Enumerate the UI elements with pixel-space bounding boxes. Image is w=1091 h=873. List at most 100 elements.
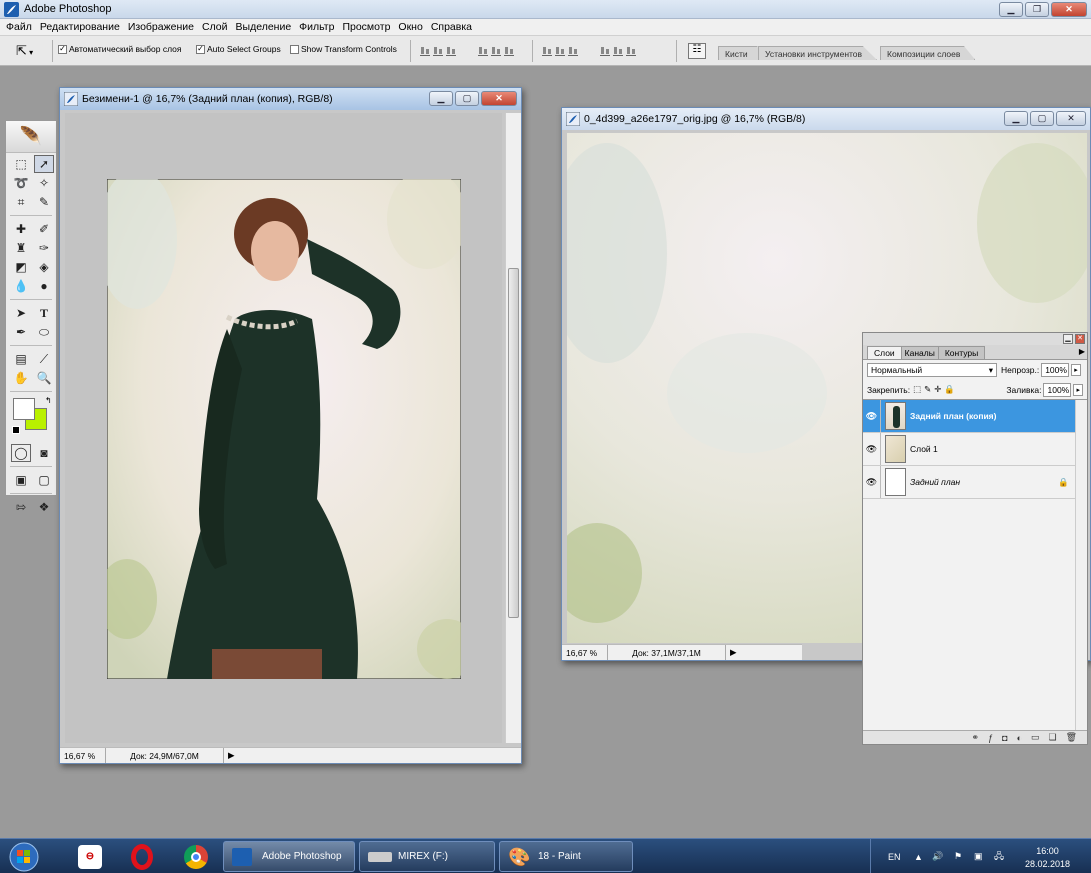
pen-tool-icon[interactable]: ✒ <box>11 323 31 341</box>
adjustment-layer-icon[interactable]: ◐ <box>1017 733 1022 743</box>
document-1-vertical-scrollbar[interactable] <box>505 113 521 743</box>
auto-select-layer-option[interactable]: ✓ Автоматический выбор слоя <box>58 44 181 54</box>
opacity-input[interactable]: 100% <box>1041 363 1070 377</box>
link-layers-icon[interactable]: ⚭ <box>972 732 980 743</box>
menu-select[interactable]: Выделение <box>232 19 296 35</box>
doc1-close-button[interactable]: ✕ <box>481 91 517 106</box>
auto-select-groups-option[interactable]: ✓ Auto Select Groups <box>196 44 281 54</box>
layer-row-background[interactable]: 👁 Задний план 🔒 <box>863 466 1087 499</box>
magic-wand-tool-icon[interactable]: ✧ <box>34 174 54 192</box>
document-2-title-bar[interactable]: 0_4d399_a26e1797_orig.jpg @ 16,7% (RGB/8… <box>562 108 1090 130</box>
distribute-top-icon[interactable] <box>542 45 552 56</box>
visibility-eye-icon[interactable]: 👁 <box>863 466 881 498</box>
network-icon[interactable]: 🖧 <box>994 849 1004 865</box>
taskbar-item-paint[interactable]: 🎨 18 - Paint <box>499 841 633 872</box>
show-transform-option[interactable]: Show Transform Controls <box>290 44 397 54</box>
tab-layers[interactable]: Слои <box>867 346 902 359</box>
panel-minimize-icon[interactable]: ▁ <box>1063 334 1073 344</box>
menu-image[interactable]: Изображение <box>124 19 198 35</box>
new-layer-icon[interactable]: ❏ <box>1048 732 1056 743</box>
lasso-tool-icon[interactable]: ➰ <box>11 174 31 192</box>
path-selection-tool-icon[interactable]: ➤ <box>11 304 31 322</box>
doc1-maximize-button[interactable]: ▢ <box>455 91 479 106</box>
align-top-icon[interactable] <box>420 45 430 56</box>
ellipse-tool-icon[interactable]: ⬭ <box>34 323 54 341</box>
align-left-icon[interactable] <box>478 45 488 56</box>
language-indicator[interactable]: EN <box>888 852 901 862</box>
add-mask-icon[interactable]: ◘ <box>1002 733 1007 743</box>
quick-mask-mode-icon[interactable]: ◙ <box>34 444 54 462</box>
zoom-tool-icon[interactable]: 🔍 <box>34 369 54 387</box>
auto-select-groups-checkbox[interactable]: ✓ <box>196 44 205 54</box>
align-hcenter-icon[interactable] <box>491 45 501 56</box>
lock-all-icon[interactable]: 🔒 <box>944 384 955 395</box>
notes-tool-icon[interactable]: ▤ <box>11 350 31 368</box>
document-1-zoom[interactable]: 16,67 % <box>60 748 106 763</box>
menu-edit[interactable]: Редактирование <box>36 19 124 35</box>
hand-tool-icon[interactable]: ✋ <box>11 369 31 387</box>
show-transform-checkbox[interactable] <box>290 44 299 54</box>
distribute-right-icon[interactable] <box>626 45 636 56</box>
tab-tool-presets[interactable]: Установки инструментов <box>758 46 878 60</box>
opacity-slider-arrow-icon[interactable]: ▸ <box>1071 364 1081 376</box>
blur-tool-icon[interactable]: 💧 <box>11 277 31 295</box>
delete-layer-icon[interactable]: 🗑 <box>1066 732 1077 743</box>
minimize-button[interactable]: ▁ <box>999 2 1023 17</box>
fill-slider-arrow-icon[interactable]: ▸ <box>1073 383 1083 396</box>
visibility-eye-icon[interactable]: 👁 <box>863 400 881 432</box>
lock-transparent-icon[interactable]: ⬚ <box>913 384 921 395</box>
screen-mode-icon[interactable]: ▣ <box>11 471 31 489</box>
default-colors-icon[interactable] <box>12 426 20 434</box>
menu-window[interactable]: Окно <box>394 19 426 35</box>
align-vcenter-icon[interactable] <box>433 45 443 56</box>
move-tool-preset-icon[interactable]: ⇱ ▾ <box>16 43 33 59</box>
auto-select-layer-checkbox[interactable]: ✓ <box>58 44 67 54</box>
distribute-vcenter-icon[interactable] <box>555 45 565 56</box>
document-1-scroll-thumb[interactable] <box>508 268 519 618</box>
doc2-close-button[interactable]: ✕ <box>1056 111 1086 126</box>
visibility-eye-icon[interactable]: 👁 <box>863 433 881 465</box>
status-menu-arrow-icon[interactable]: ▶ <box>224 750 239 761</box>
layer-row-layer-1[interactable]: 👁 Слой 1 <box>863 433 1087 466</box>
brush-tool-icon[interactable]: ✐ <box>34 220 54 238</box>
foreground-color-swatch[interactable] <box>13 398 35 420</box>
full-screen-mode-icon[interactable]: ▢ <box>34 471 54 489</box>
menu-view[interactable]: Просмотр <box>338 19 394 35</box>
document-2-zoom[interactable]: 16,67 % <box>562 645 608 660</box>
lock-position-icon[interactable]: ✛ <box>934 384 941 395</box>
eyedropper-tool-icon[interactable]: ⟋ <box>34 350 54 368</box>
type-tool-icon[interactable]: T <box>34 304 54 322</box>
volume-icon[interactable]: 🔊 <box>932 851 943 862</box>
align-bottom-icon[interactable] <box>446 45 456 56</box>
distribute-left-icon[interactable] <box>600 45 610 56</box>
taskbar-item-mirex[interactable]: MIREX (F:) <box>359 841 495 872</box>
tray-app-icon[interactable]: ▣ <box>974 851 983 862</box>
opera-browser-icon[interactable] <box>122 841 162 872</box>
clone-stamp-tool-icon[interactable]: ♜ <box>11 239 31 257</box>
lock-image-icon[interactable]: ✎ <box>924 384 931 395</box>
layers-panel-header[interactable]: ▁ ✕ <box>863 333 1087 345</box>
layer-style-icon[interactable]: ƒ <box>988 733 993 743</box>
dodge-tool-icon[interactable]: ● <box>34 277 54 295</box>
menu-filter[interactable]: Фильтр <box>295 19 338 35</box>
chrome-browser-icon[interactable] <box>176 841 216 872</box>
menu-file[interactable]: Файл <box>2 19 36 35</box>
clock-time[interactable]: 16:00 <box>1020 846 1075 856</box>
action-center-flag-icon[interactable]: ⚑ <box>954 851 962 862</box>
distribute-bottom-icon[interactable] <box>568 45 578 56</box>
panel-menu-icon[interactable]: ▶ <box>1079 347 1085 356</box>
fill-input[interactable]: 100% <box>1043 382 1072 397</box>
new-group-icon[interactable]: ▭ <box>1031 732 1040 743</box>
pinned-app-icon[interactable]: ⊖ <box>70 841 110 872</box>
tab-paths[interactable]: Контуры <box>937 346 986 359</box>
standard-mode-icon[interactable]: ◯ <box>11 444 31 462</box>
doc2-minimize-button[interactable]: ▁ <box>1004 111 1028 126</box>
layer-row-background-copy[interactable]: 👁 Задний план (копия) <box>863 400 1087 433</box>
clock-date[interactable]: 28.02.2018 <box>1020 859 1075 869</box>
align-right-icon[interactable] <box>504 45 514 56</box>
crop-tool-icon[interactable]: ⌗ <box>11 193 31 211</box>
close-button[interactable]: ✕ <box>1051 2 1087 17</box>
panel-close-icon[interactable]: ✕ <box>1075 334 1085 344</box>
blend-mode-select[interactable]: Нормальный ▾ <box>867 363 997 377</box>
history-brush-tool-icon[interactable]: ✑ <box>34 239 54 257</box>
